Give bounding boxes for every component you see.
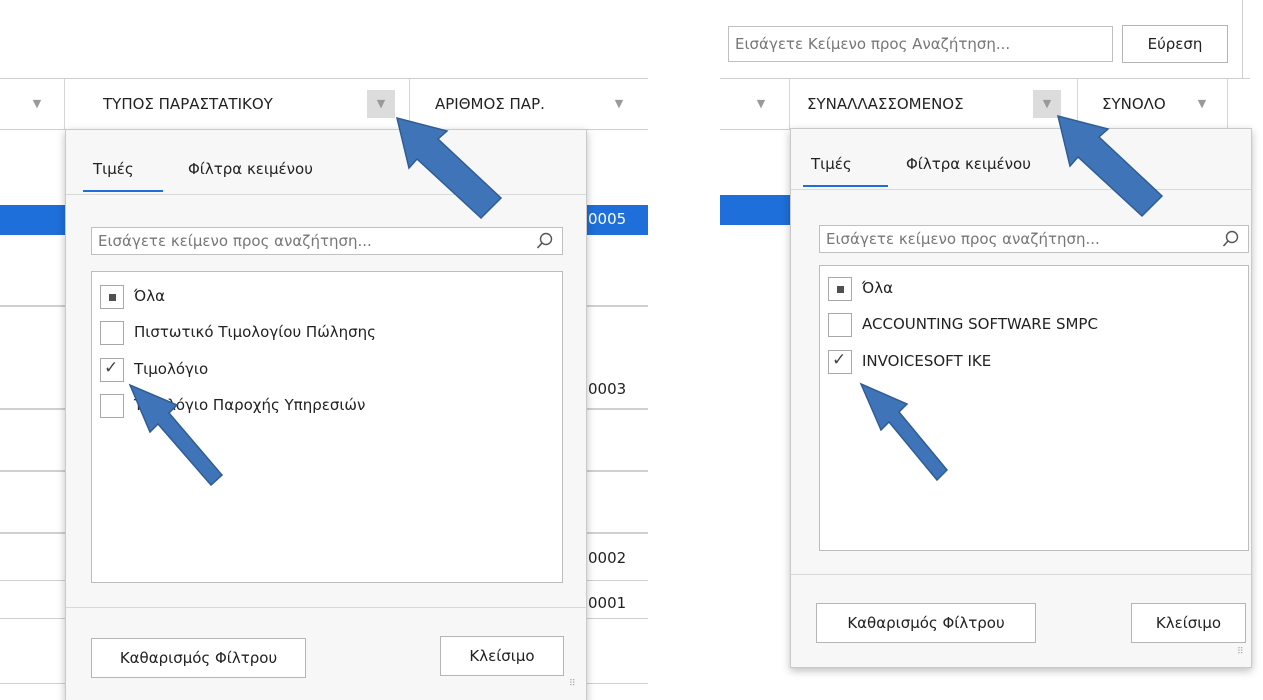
popup-footer-divider <box>66 607 586 608</box>
top-search-placeholder: Εισάγετε Κείμενο προς Αναζήτηση... <box>735 35 1011 53</box>
left-grid-panel: ▼ ΤΥΠΟΣ ΠΑΡΑΣΤΑΤΙΚΟΥ ▼ ΑΡΙΘΜΟΣ ΠΑΡ. ▼ 00… <box>0 0 648 700</box>
left-header-cell-first: ▼ <box>0 79 65 129</box>
filter-icon[interactable]: ▼ <box>752 95 770 113</box>
column-header-label: ΑΡΙΘΜΟΣ ΠΑΡ. <box>435 95 545 113</box>
list-item[interactable]: Τιμολόγιο Παροχής Υπηρεσιών <box>100 394 540 422</box>
tab-separator <box>791 189 1251 190</box>
filter-icon[interactable]: ▼ <box>367 90 395 118</box>
column-header-counterparty[interactable]: ΣΥΝΑΛΛΑΣΣΟΜΕΝΟΣ ▼ <box>790 79 1078 129</box>
checkbox-checked[interactable]: ✓ <box>828 350 852 374</box>
list-item[interactable]: ACCOUNTING SOFTWARE SMPC <box>828 313 1228 341</box>
right-grid-panel: Εισάγετε Κείμενο προς Αναζήτηση... Εύρεσ… <box>720 0 1263 700</box>
panel-divider <box>1242 0 1243 80</box>
close-button[interactable]: Κλείσιμο <box>1131 603 1246 643</box>
filter-icon[interactable]: ▼ <box>1033 90 1061 118</box>
search-input[interactable]: Εισάγετε κείμενο προς αναζήτηση... <box>91 227 563 255</box>
resize-grip-icon[interactable]: ⠿ <box>1237 648 1244 657</box>
column-header-total[interactable]: ΣΥΝΟΛΟ ▼ <box>1078 79 1228 129</box>
list-item-label: Τιμολόγιο <box>134 360 209 378</box>
checkbox-unchecked[interactable] <box>828 313 852 337</box>
find-button[interactable]: Εύρεση <box>1122 25 1228 63</box>
values-list: Όλα ACCOUNTING SOFTWARE SMPC ✓ INVOICESO… <box>819 265 1249 551</box>
selected-row[interactable] <box>720 195 790 225</box>
clear-filter-button[interactable]: Καθαρισμός Φίλτρου <box>816 603 1036 643</box>
clear-filter-button[interactable]: Καθαρισμός Φίλτρου <box>91 638 306 678</box>
search-icon <box>536 232 553 249</box>
list-item-label: Όλα <box>134 287 165 305</box>
search-icon <box>1222 230 1239 247</box>
right-column-header: ▼ ΣΥΝΑΛΛΑΣΣΟΜΕΝΟΣ ▼ ΣΥΝΟΛΟ ▼ <box>720 78 1250 130</box>
tab-text-filters[interactable]: Φίλτρα κειμένου <box>188 160 313 178</box>
list-item-all[interactable]: Όλα <box>100 285 540 313</box>
list-item-all[interactable]: Όλα <box>828 277 1228 305</box>
filter-icon[interactable]: ▼ <box>28 95 46 113</box>
doc-number-cell: 0001 <box>588 594 627 612</box>
column-header-label: ΤΥΠΟΣ ΠΑΡΑΣΤΑΤΙΚΟΥ <box>103 95 273 113</box>
filter-icon[interactable]: ▼ <box>610 95 628 113</box>
values-list: Όλα Πιστωτικό Τιμολογίου Πώλησης ✓ Τιμολ… <box>91 271 563 583</box>
tab-active-indicator <box>83 190 163 192</box>
checkmark-icon: ✓ <box>832 350 847 370</box>
filter-popup: Τιμές Φίλτρα κειμένου Εισάγετε κείμενο π… <box>65 129 587 700</box>
tab-separator <box>66 194 586 195</box>
column-header-label: ΣΥΝΑΛΛΑΣΣΟΜΕΝΟΣ <box>807 95 964 113</box>
search-placeholder: Εισάγετε κείμενο προς αναζήτηση... <box>98 232 372 250</box>
list-item[interactable]: ✓ Τιμολόγιο <box>100 358 540 386</box>
right-header-cell-first: ▼ <box>720 79 790 129</box>
top-search-input[interactable]: Εισάγετε Κείμενο προς Αναζήτηση... <box>728 26 1113 62</box>
column-header-doc-type[interactable]: ΤΥΠΟΣ ΠΑΡΑΣΤΑΤΙΚΟΥ ▼ <box>65 79 410 129</box>
doc-number-cell: 0005 <box>588 210 627 228</box>
checkbox-indeterminate[interactable] <box>828 277 852 301</box>
popup-footer-divider <box>791 574 1251 575</box>
tab-values[interactable]: Τιμές <box>93 160 134 178</box>
checkbox-unchecked[interactable] <box>100 321 124 345</box>
tab-active-indicator <box>803 185 888 187</box>
filter-icon[interactable]: ▼ <box>1193 95 1211 113</box>
checkbox-unchecked[interactable] <box>100 394 124 418</box>
doc-number-cell: 0002 <box>588 549 627 567</box>
list-item[interactable]: Πιστωτικό Τιμολογίου Πώλησης <box>100 321 540 349</box>
list-item-label: INVOICESOFT IKE <box>862 352 992 370</box>
list-item-label: Όλα <box>862 279 893 297</box>
filter-popup: Τιμές Φίλτρα κειμένου Εισάγετε κείμενο π… <box>790 128 1252 668</box>
checkbox-checked[interactable]: ✓ <box>100 358 124 382</box>
checkbox-indeterminate[interactable] <box>100 285 124 309</box>
list-item-label: Πιστωτικό Τιμολογίου Πώλησης <box>134 323 376 341</box>
tab-text-filters[interactable]: Φίλτρα κειμένου <box>906 155 1031 173</box>
list-item-label: Τιμολόγιο Παροχής Υπηρεσιών <box>134 396 366 414</box>
list-item-label: ACCOUNTING SOFTWARE SMPC <box>862 315 1098 333</box>
search-placeholder: Εισάγετε κείμενο προς αναζήτηση... <box>826 230 1100 248</box>
checkmark-icon: ✓ <box>104 358 119 378</box>
search-input[interactable]: Εισάγετε κείμενο προς αναζήτηση... <box>819 225 1249 253</box>
resize-grip-icon[interactable]: ⠿ <box>569 680 576 689</box>
doc-number-cell: 0003 <box>588 380 627 398</box>
close-button[interactable]: Κλείσιμο <box>440 636 564 676</box>
tab-values[interactable]: Τιμές <box>811 155 852 173</box>
list-item[interactable]: ✓ INVOICESOFT IKE <box>828 350 1228 378</box>
column-header-doc-number[interactable]: ΑΡΙΘΜΟΣ ΠΑΡ. ▼ <box>410 79 648 129</box>
left-column-header: ▼ ΤΥΠΟΣ ΠΑΡΑΣΤΑΤΙΚΟΥ ▼ ΑΡΙΘΜΟΣ ΠΑΡ. ▼ <box>0 78 648 130</box>
column-header-label: ΣΥΝΟΛΟ <box>1102 95 1166 113</box>
